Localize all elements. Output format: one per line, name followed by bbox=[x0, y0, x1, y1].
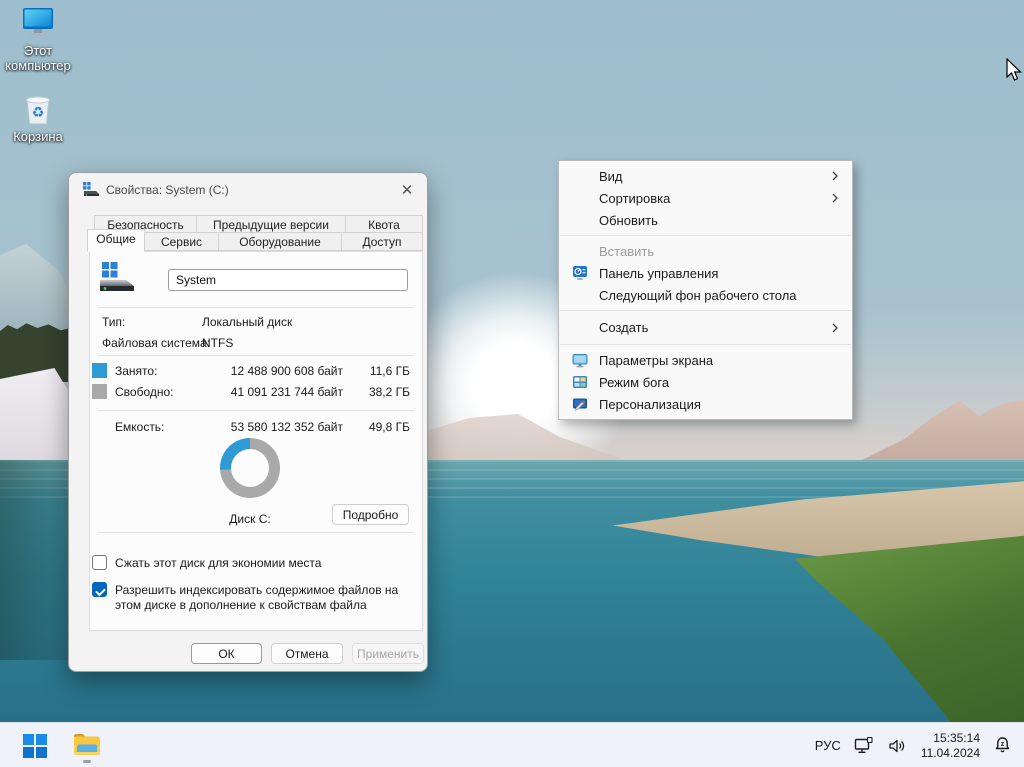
close-icon[interactable]: ✕ bbox=[396, 180, 418, 200]
menu-item-label: Обновить bbox=[599, 212, 658, 228]
clock-date: 11.04.2024 bbox=[920, 745, 980, 760]
clock-time: 15:35:14 bbox=[933, 730, 980, 745]
capacity-label: Емкость: bbox=[115, 420, 165, 434]
god-mode-icon bbox=[573, 376, 587, 388]
menu-item-paste[interactable]: Вставить bbox=[559, 240, 852, 262]
indexing-checkbox-label: Разрешить индексировать содержимое файло… bbox=[115, 583, 399, 612]
free-legend-swatch bbox=[92, 384, 107, 399]
indexing-checkbox[interactable] bbox=[92, 582, 107, 597]
free-bytes: 41 091 231 744 байт bbox=[230, 385, 343, 399]
submenu-chevron-icon bbox=[832, 171, 838, 181]
display-settings-icon bbox=[572, 354, 588, 368]
menu-separator bbox=[560, 344, 851, 345]
cancel-button[interactable]: Отмена bbox=[271, 643, 343, 664]
desktop-context-menu: Вид Сортировка Обновить Вставить Панель … bbox=[558, 160, 853, 420]
used-bytes: 12 488 900 608 байт bbox=[230, 364, 343, 378]
volume-label-input[interactable] bbox=[168, 269, 408, 291]
network-icon[interactable] bbox=[854, 736, 875, 755]
menu-separator bbox=[560, 310, 851, 311]
menu-item-label: Персонализация bbox=[599, 396, 701, 412]
submenu-chevron-icon bbox=[832, 323, 838, 332]
menu-item-view[interactable]: Вид bbox=[559, 165, 852, 187]
used-legend-swatch bbox=[92, 363, 107, 378]
tab-tools[interactable]: Сервис bbox=[144, 232, 219, 251]
menu-item-label: Следующий фон рабочего стола bbox=[599, 287, 797, 303]
tab-hardware[interactable]: Оборудование bbox=[218, 232, 342, 251]
start-button[interactable] bbox=[16, 727, 54, 765]
windows-logo-icon bbox=[23, 733, 47, 758]
language-indicator[interactable]: РУС bbox=[815, 738, 841, 753]
dialog-title: Свойства: System (C:) bbox=[106, 183, 229, 197]
desktop-icon-label: Этот компьютер bbox=[5, 43, 71, 73]
taskbar: РУС 15:35:14 11.04.2024 z bbox=[0, 722, 1024, 767]
disk-usage-donut bbox=[220, 438, 280, 498]
properties-dialog: Свойства: System (C:) ✕ Безопасность Пре… bbox=[68, 172, 428, 672]
details-button[interactable]: Подробно bbox=[332, 504, 409, 525]
submenu-chevron-icon bbox=[832, 193, 838, 203]
general-tab-page: Тип: Локальный диск Файловая система: NT… bbox=[89, 251, 423, 631]
menu-item-label: Панель управления bbox=[599, 265, 719, 281]
compress-checkbox[interactable] bbox=[92, 555, 107, 570]
menu-item-label: Вид bbox=[599, 168, 623, 184]
capacity-size: 49,8 ГБ bbox=[368, 420, 410, 434]
menu-item-new[interactable]: Создать bbox=[559, 315, 852, 340]
menu-item-label: Создать bbox=[599, 320, 649, 335]
capacity-bytes: 53 580 132 352 байт bbox=[230, 420, 343, 434]
menu-item-personalization[interactable]: Персонализация bbox=[559, 393, 852, 415]
menu-item-label: Режим бога bbox=[599, 374, 670, 390]
menu-item-next-wallpaper[interactable]: Следующий фон рабочего стола bbox=[559, 284, 852, 306]
filesystem-label: Файловая система: bbox=[102, 336, 211, 350]
free-label: Свободно: bbox=[115, 385, 174, 399]
file-explorer-icon bbox=[74, 734, 100, 755]
menu-item-refresh[interactable]: Обновить bbox=[559, 209, 852, 231]
disk-caption: Диск C: bbox=[229, 512, 271, 526]
divider bbox=[98, 532, 414, 533]
used-label: Занято: bbox=[115, 364, 158, 378]
drive-icon-large bbox=[100, 262, 134, 291]
compress-checkbox-label: Сжать этот диск для экономии места bbox=[115, 556, 322, 570]
filesystem-value: NTFS bbox=[202, 336, 234, 350]
dialog-titlebar[interactable]: Свойства: System (C:) ✕ bbox=[69, 173, 427, 207]
tab-general[interactable]: Общие bbox=[87, 229, 145, 252]
recycle-bin-icon: ♻ bbox=[26, 96, 50, 125]
divider bbox=[98, 355, 414, 356]
ok-button[interactable]: ОК bbox=[191, 643, 262, 664]
desktop-icon-recycle-bin[interactable]: ♻ Корзина bbox=[2, 92, 74, 144]
taskbar-clock[interactable]: 15:35:14 11.04.2024 bbox=[921, 731, 980, 761]
this-pc-icon bbox=[23, 8, 53, 36]
control-panel-icon bbox=[573, 266, 587, 280]
menu-item-control-panel[interactable]: Панель управления bbox=[559, 262, 852, 284]
menu-item-label: Сортировка bbox=[599, 190, 671, 206]
tab-sharing[interactable]: Доступ bbox=[341, 232, 423, 251]
desktop-icon-label: Корзина bbox=[13, 129, 63, 144]
volume-icon[interactable] bbox=[888, 737, 908, 755]
type-label: Тип: bbox=[102, 315, 126, 329]
mouse-cursor bbox=[1006, 58, 1022, 81]
apply-button[interactable]: Применить bbox=[352, 643, 424, 664]
divider bbox=[98, 307, 414, 308]
drive-icon bbox=[83, 182, 99, 196]
type-value: Локальный диск bbox=[202, 315, 293, 329]
running-indicator bbox=[83, 759, 91, 763]
notification-bell-icon[interactable]: z bbox=[993, 736, 1012, 755]
svg-text:♻: ♻ bbox=[32, 105, 45, 121]
menu-item-display-settings[interactable]: Параметры экрана bbox=[559, 349, 852, 371]
svg-text:z: z bbox=[1001, 741, 1005, 748]
desktop-icon-this-pc[interactable]: Этот компьютер bbox=[2, 6, 74, 73]
menu-item-sort[interactable]: Сортировка bbox=[559, 187, 852, 209]
file-explorer-button[interactable] bbox=[68, 727, 106, 765]
menu-item-god-mode[interactable]: Режим бога bbox=[559, 371, 852, 393]
personalization-icon bbox=[573, 398, 587, 411]
menu-item-label: Параметры экрана bbox=[599, 352, 714, 368]
menu-separator bbox=[560, 235, 851, 236]
divider bbox=[98, 410, 414, 411]
free-size: 38,2 ГБ bbox=[368, 385, 410, 399]
used-size: 11,6 ГБ bbox=[369, 364, 410, 378]
menu-item-label: Вставить bbox=[599, 243, 655, 259]
